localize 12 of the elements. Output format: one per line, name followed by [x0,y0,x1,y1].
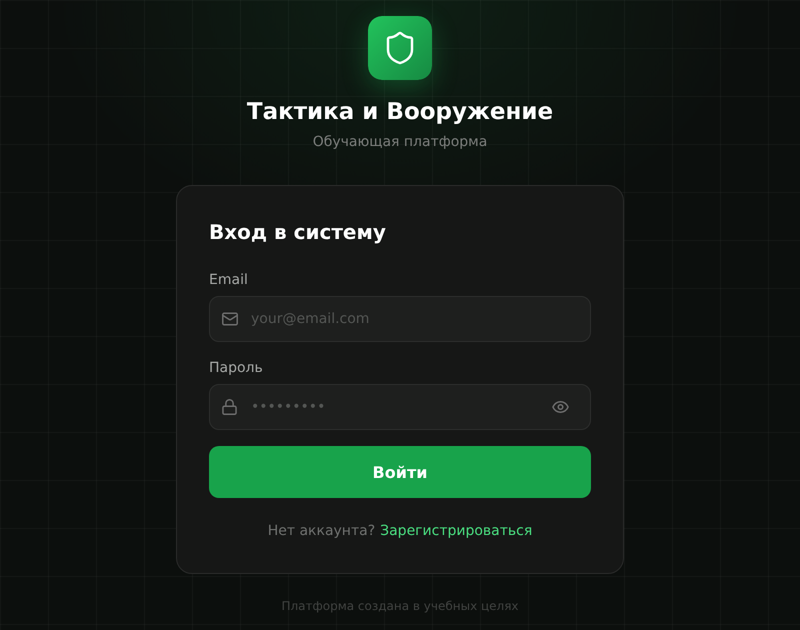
mail-icon [222,312,238,326]
field-label: Пароль [209,359,264,378]
lock-icon [222,399,237,415]
field-label: Email [209,271,249,290]
password-field[interactable]: ••••••••• [209,384,591,430]
eye-icon[interactable] [552,401,569,413]
signup-prompt: Нет аккаунта? [268,522,376,541]
app-subtitle: Обучающая платформа [312,133,488,152]
app-title: Тактика и Вооружение [246,98,554,127]
card-heading: Вход в систему [209,219,387,246]
shield-icon [368,16,432,80]
signup-link[interactable]: Зарегистрироваться [380,521,532,541]
